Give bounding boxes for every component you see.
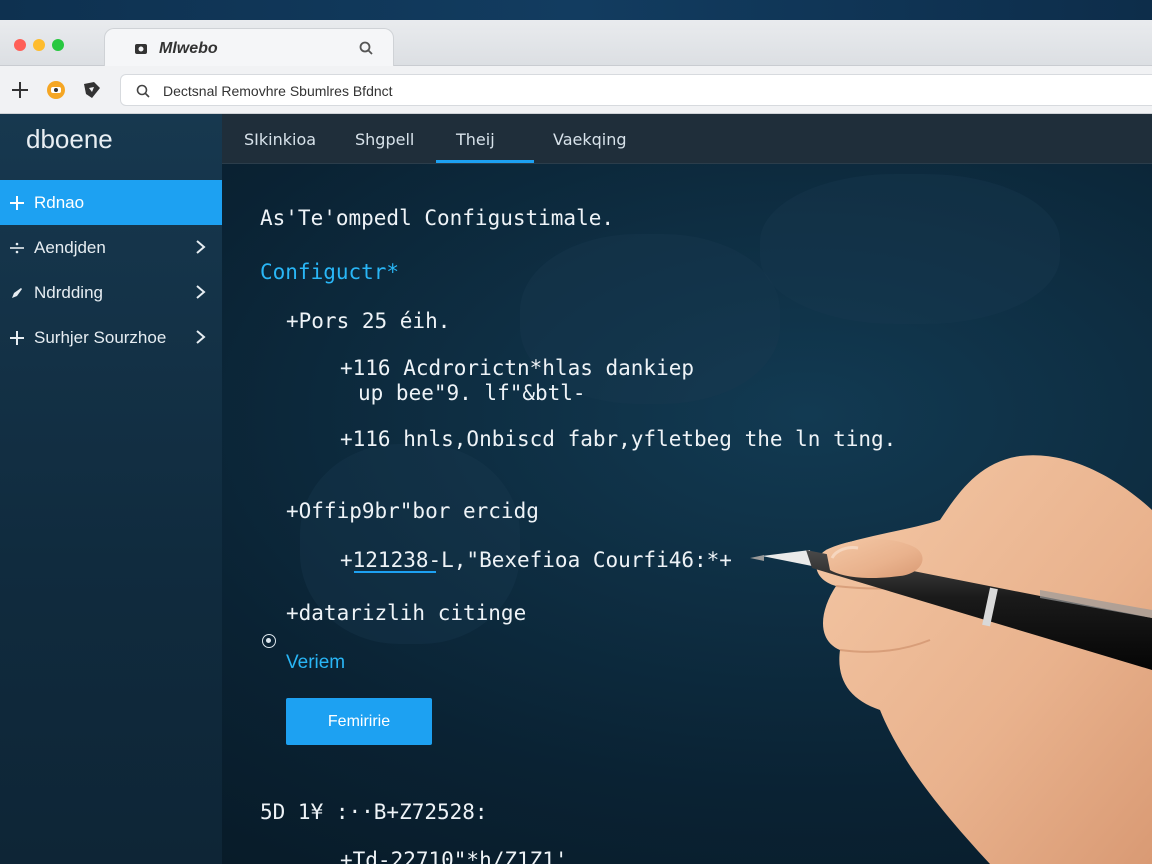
sidebar-item-label: Ndrdding (34, 282, 103, 302)
extension-icon[interactable] (44, 78, 68, 102)
chevron-right-icon (196, 240, 206, 254)
section-heading: Configuctr* (260, 260, 400, 284)
shield-icon[interactable] (80, 78, 104, 102)
tab-shgpell[interactable]: Shgpell (355, 130, 414, 149)
config-line: +Pors 25 éih. (286, 309, 451, 333)
sidebar-nav: Rdnao Aendjden Ndrdding Surhjer Sourzhoe (0, 180, 222, 360)
sidebar-item-surhjer-sourzhoe[interactable]: Surhjer Sourzhoe (0, 315, 222, 360)
browser-tab-bar: Mlwebo (0, 20, 1152, 68)
config-line: 5D 1¥ :··B+Z72528: (260, 800, 488, 824)
config-line: +116 Acdrorictn*hlas dankiep (340, 356, 695, 380)
sidebar-item-label: Rdnao (34, 192, 85, 212)
config-link-line[interactable]: +121238-L,"Bexefioa Courfi46:*+ (340, 548, 732, 572)
favicon-icon (135, 44, 147, 54)
page-title: As'Te'ompedl Configustimale. (260, 206, 615, 230)
tab-vaekqing[interactable]: Vaekqing (553, 130, 627, 149)
config-line: +datarizlih citinge (286, 601, 527, 625)
tab-title: Mlwebo (159, 40, 218, 57)
address-bar[interactable]: Dectsnal Removhre Sbumlres Bfdnct (120, 74, 1152, 106)
top-navigation: SIkinkioa Shgpell Theij Vaekqing (222, 114, 1152, 164)
chevron-right-icon (196, 285, 206, 299)
sidebar-item-label: Surhjer Sourzhoe (34, 327, 167, 347)
sidebar-item-label: Aendjden (34, 237, 106, 257)
divide-icon (8, 239, 26, 257)
window-controls (14, 39, 64, 51)
search-icon (136, 84, 150, 98)
radio-button[interactable] (262, 634, 276, 648)
desktop-top-strip (0, 0, 1152, 20)
close-window-button[interactable] (14, 39, 26, 51)
pen-icon (8, 284, 26, 302)
tab-theij[interactable]: Theij (456, 130, 495, 149)
active-tab-indicator (436, 160, 534, 163)
browser-tab[interactable]: Mlwebo (104, 28, 394, 68)
config-line: +Offip9br"bor ercidg (286, 499, 539, 523)
link-underline (354, 571, 436, 573)
browser-toolbar: Dectsnal Removhre Sbumlres Bfdnct (0, 66, 1152, 114)
plus-icon (8, 329, 26, 347)
sidebar-item-ndrdding[interactable]: Ndrdding (0, 270, 222, 315)
verify-label: Veriem (286, 652, 346, 673)
config-line: up bee"9. lf"&btl- (358, 381, 586, 405)
sidebar-item-aendjden[interactable]: Aendjden (0, 225, 222, 270)
config-line: +Td-22710"*h/Z1Z1' (340, 848, 568, 864)
search-icon[interactable] (358, 40, 374, 56)
address-text: Dectsnal Removhre Sbumlres Bfdnct (163, 83, 393, 99)
plus-icon (8, 194, 26, 212)
app-brand: dboene (26, 124, 113, 154)
chevron-right-icon (196, 330, 206, 344)
sidebar: dboene Rdnao Aendjden Ndrdding Surhjer S… (0, 114, 222, 864)
tab-sikinkioa[interactable]: SIkinkioa (244, 130, 316, 149)
sidebar-item-rdnao[interactable]: Rdnao (0, 180, 222, 225)
primary-button[interactable]: Femiririe (286, 698, 432, 745)
minimize-window-button[interactable] (33, 39, 45, 51)
new-tab-icon[interactable] (8, 78, 32, 102)
maximize-window-button[interactable] (52, 39, 64, 51)
hand-with-pen-illustration (750, 455, 1152, 864)
